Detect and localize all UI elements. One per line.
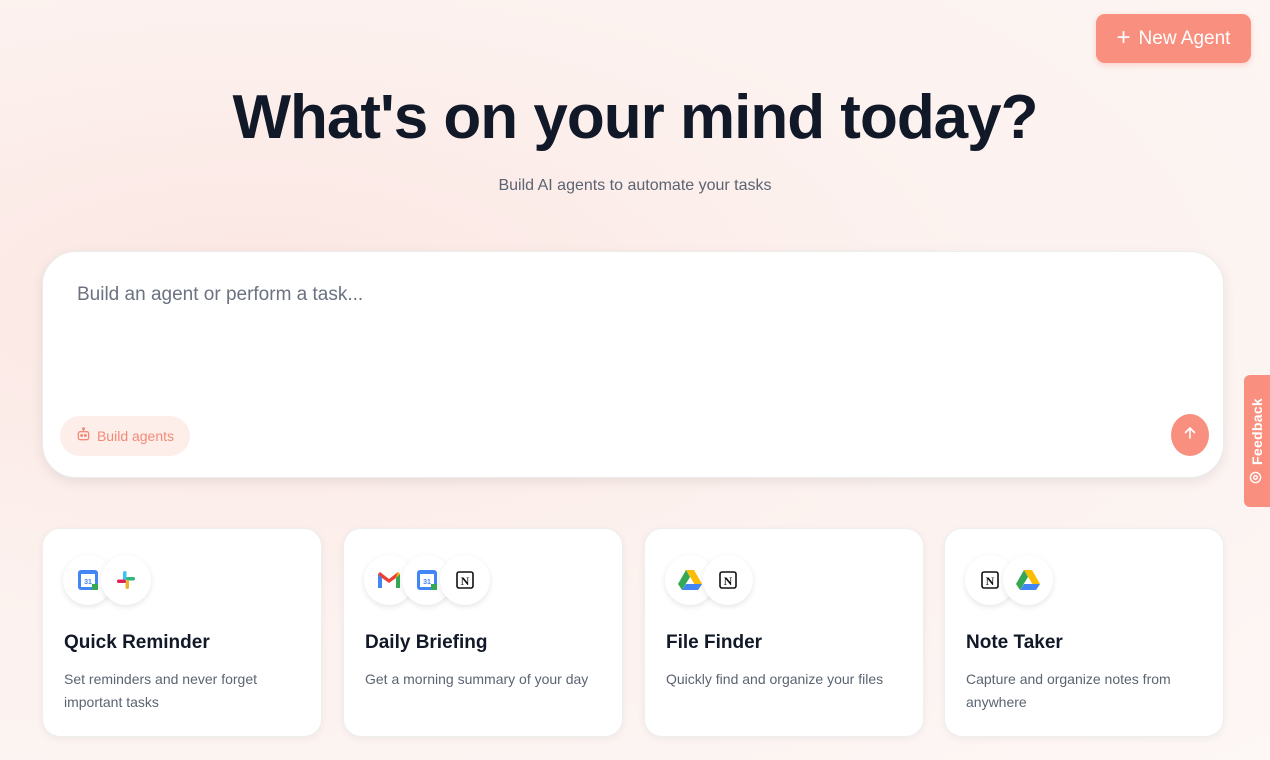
slack-icon xyxy=(101,555,151,605)
page-subtitle: Build AI agents to automate your tasks xyxy=(498,177,772,194)
card-description: Capture and organize notes from anywhere xyxy=(966,671,1171,710)
card-description: Set reminders and never forget important… xyxy=(64,671,257,710)
arrow-up-icon xyxy=(1182,425,1198,446)
card-description: Quickly find and organize your files xyxy=(666,671,884,687)
card-title: Quick Reminder xyxy=(64,632,210,653)
card-title: File Finder xyxy=(666,632,763,653)
prompt-input[interactable] xyxy=(75,282,1179,406)
feedback-label: Feedback xyxy=(1249,398,1265,465)
svg-text:N: N xyxy=(724,574,733,588)
agent-card-note-taker[interactable]: N Note Taker Capture and organize notes … xyxy=(944,528,1224,737)
feedback-icon xyxy=(1249,471,1265,484)
robot-icon xyxy=(76,427,91,445)
prompt-box: Build agents xyxy=(42,251,1224,478)
agent-card-daily-briefing[interactable]: 31 N Daily Briefing Get a morning summar… xyxy=(343,528,623,737)
agent-card-quick-reminder[interactable]: 31 Quick Reminder Set reminders and neve… xyxy=(42,528,322,737)
page-title: What's on your mind today? xyxy=(232,83,1038,152)
svg-text:N: N xyxy=(461,574,470,588)
plus-icon: + xyxy=(1116,23,1131,51)
new-agent-button[interactable]: + New Agent xyxy=(1096,14,1251,63)
build-agents-label: Build agents xyxy=(96,428,175,444)
svg-text:31: 31 xyxy=(84,579,92,586)
svg-text:N: N xyxy=(986,574,995,588)
card-title: Note Taker xyxy=(966,632,1063,653)
notion-icon: N xyxy=(703,555,753,605)
send-button[interactable] xyxy=(1171,414,1209,456)
build-agents-chip[interactable]: Build agents xyxy=(60,416,190,456)
feedback-tab[interactable]: Feedback xyxy=(1244,375,1270,507)
notion-icon: N xyxy=(440,555,490,605)
new-agent-label: New Agent xyxy=(1138,27,1231,49)
svg-text:31: 31 xyxy=(423,579,431,586)
card-description: Get a morning summary of your day xyxy=(365,671,589,687)
google-drive-icon xyxy=(1003,555,1053,605)
card-title: Daily Briefing xyxy=(365,632,488,653)
agent-card-file-finder[interactable]: N File Finder Quickly find and organize … xyxy=(644,528,924,737)
